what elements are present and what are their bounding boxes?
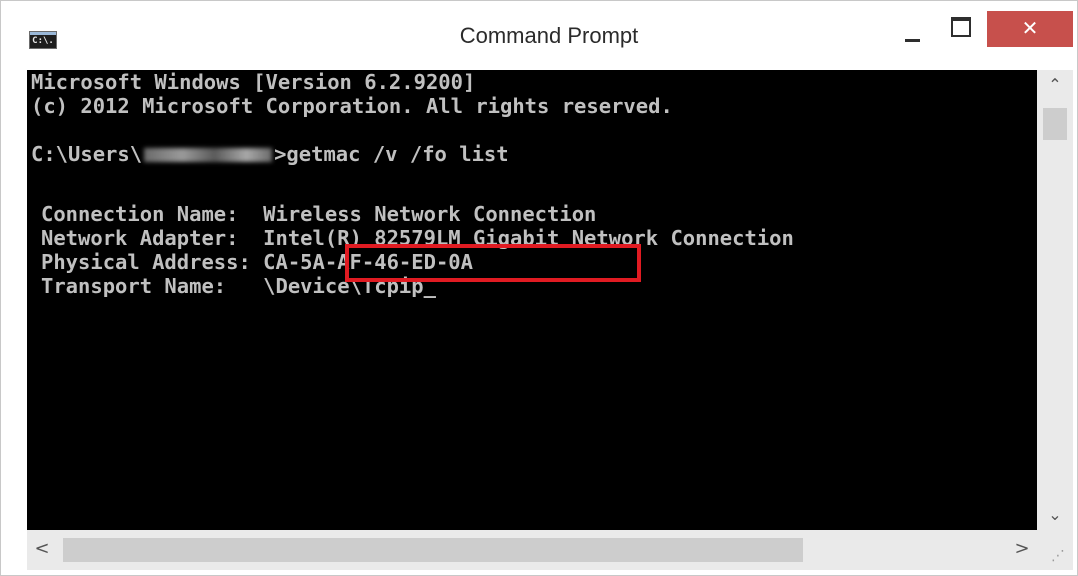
horizontal-scroll-thumb[interactable]	[63, 538, 803, 562]
console-output[interactable]: Microsoft Windows [Version 6.2.9200] (c)…	[27, 70, 1037, 530]
vertical-scrollbar[interactable]: ⌃ ⌄	[1037, 70, 1073, 530]
console-line-version: Microsoft Windows [Version 6.2.9200]	[31, 70, 476, 94]
title-bar[interactable]: C:\. Command Prompt ✕	[1, 1, 1077, 69]
console-line-command: C:\Users\ >getmac /v /fo list	[31, 142, 509, 166]
scroll-down-icon[interactable]: ⌄	[1037, 500, 1073, 530]
minimize-button[interactable]	[903, 23, 927, 47]
console-area[interactable]: Microsoft Windows [Version 6.2.9200] (c)…	[27, 70, 1073, 530]
console-line-copyright: (c) 2012 Microsoft Corporation. All righ…	[31, 94, 673, 118]
scroll-up-icon[interactable]: ⌃	[1037, 70, 1073, 100]
resize-grip-icon[interactable]	[1037, 530, 1073, 570]
horizontal-scrollbar[interactable]: < >	[27, 530, 1037, 570]
command-prompt-window: C:\. Command Prompt ✕ Microsoft Windows …	[0, 0, 1078, 576]
prompt-command: >getmac /v /fo list	[274, 142, 509, 166]
close-button[interactable]: ✕	[987, 11, 1073, 47]
blurred-username	[144, 148, 273, 162]
scroll-left-icon[interactable]: <	[27, 530, 57, 570]
prompt-prefix: C:\Users\	[31, 142, 143, 166]
mac-address-highlight	[345, 244, 641, 282]
scroll-right-icon[interactable]: >	[1007, 530, 1037, 570]
console-line-connection-name: Connection Name: Wireless Network Connec…	[41, 202, 597, 226]
vertical-scroll-thumb[interactable]	[1043, 108, 1067, 140]
maximize-button[interactable]	[945, 11, 975, 43]
